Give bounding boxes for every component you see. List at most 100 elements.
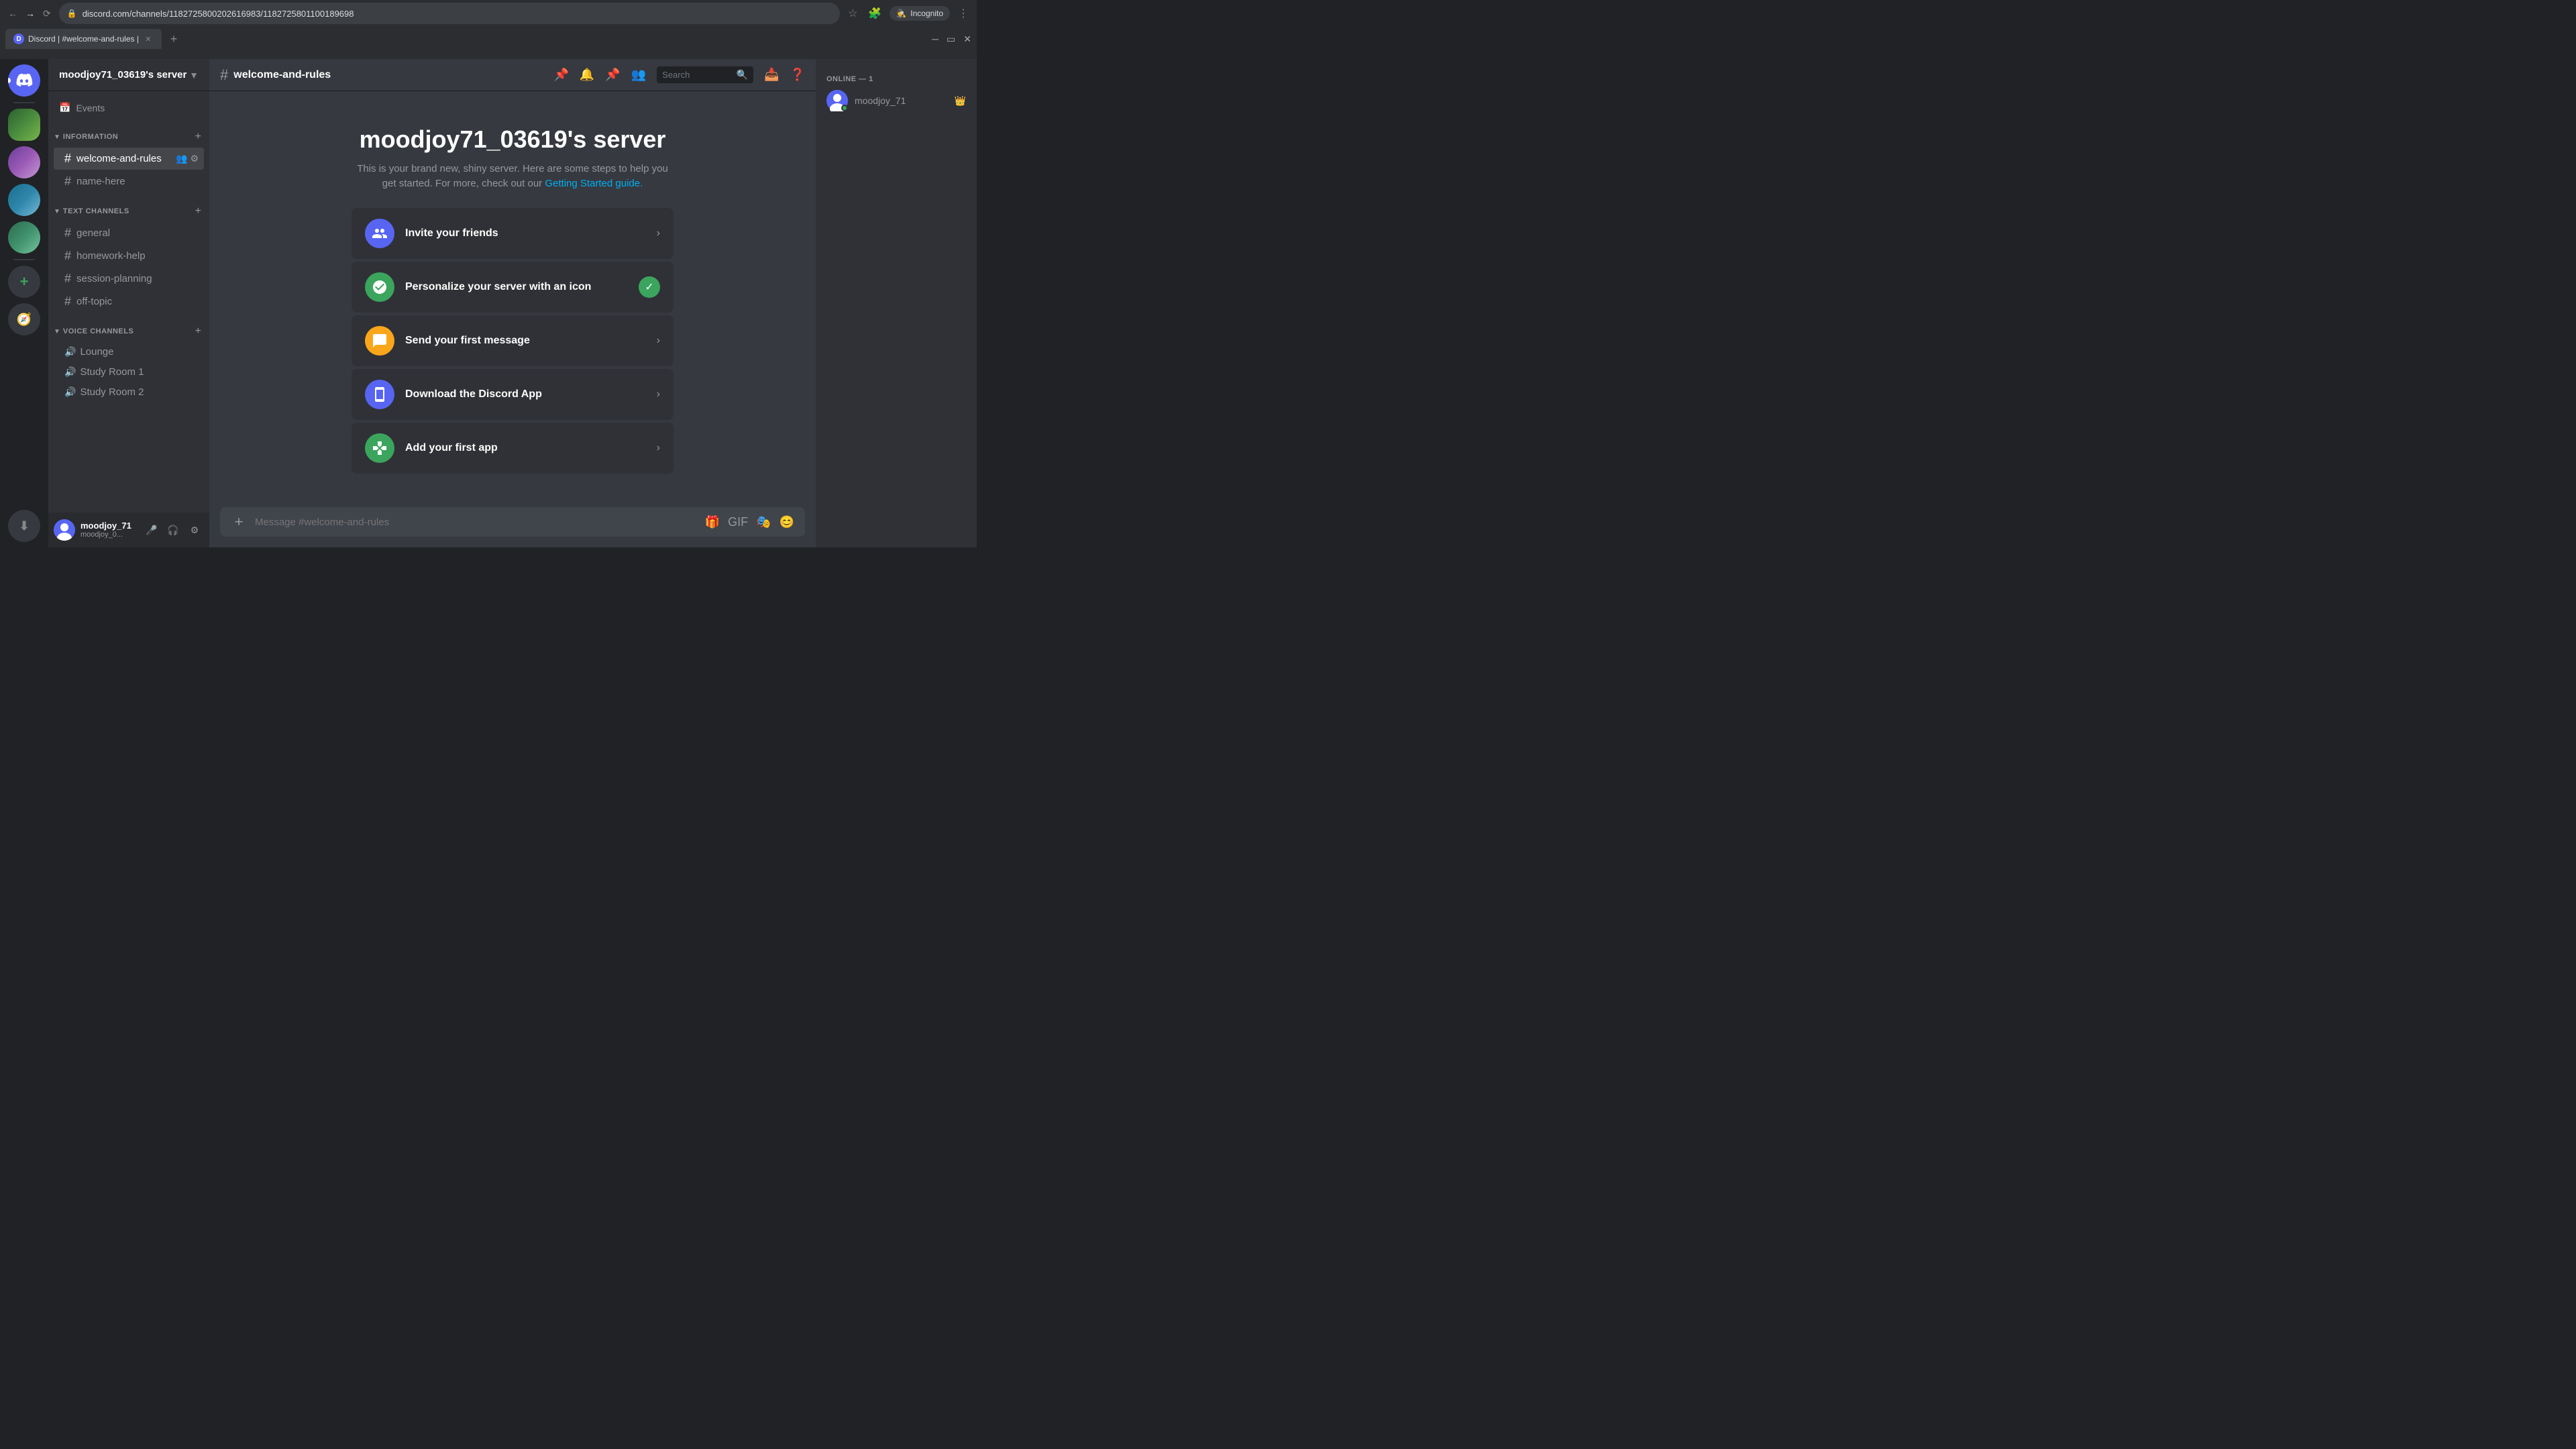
message-input[interactable] (255, 517, 697, 528)
emoji-button[interactable]: 😊 (780, 515, 794, 529)
channel-general[interactable]: # general (54, 222, 204, 244)
discord-home-button[interactable] (8, 64, 40, 97)
getting-started-link[interactable]: Getting Started guide. (545, 178, 643, 189)
inbox-button[interactable]: 📥 (764, 68, 779, 82)
incognito-icon: 🕵 (896, 9, 906, 18)
deafen-button[interactable]: 🎧 (164, 521, 182, 539)
voice-channel-name: Lounge (80, 346, 113, 358)
voice-channels-category-label: VOICE CHANNELS (63, 327, 190, 335)
server-icon-4[interactable] (8, 221, 40, 254)
task-chevron-icon: › (657, 442, 660, 454)
channel-name: session-planning (76, 273, 152, 284)
server-icon-1[interactable] (8, 109, 40, 141)
channel-welcome-and-rules[interactable]: # welcome-and-rules 👥 ⚙ (54, 148, 204, 170)
active-tab[interactable]: D Discord | #welcome-and-rules | ✕ (5, 29, 162, 49)
task-message-label: Send your first message (405, 335, 646, 347)
speaker-icon: 🔊 (64, 346, 76, 358)
forward-button[interactable]: → (23, 5, 38, 21)
channel-lounge[interactable]: 🔊 Lounge (54, 342, 204, 362)
category-text-channels[interactable]: ▼ TEXT CHANNELS + (48, 193, 209, 221)
task-app-icon (365, 433, 394, 463)
task-invite-icon (365, 219, 394, 248)
channel-name: welcome-and-rules (76, 153, 162, 164)
notifications-button[interactable]: 🔔 (580, 68, 594, 82)
maximize-button[interactable]: ▭ (947, 34, 955, 45)
server-sidebar: + 🧭 ⬇ (0, 59, 48, 547)
threads-button[interactable]: 📌 (553, 68, 568, 82)
channel-off-topic[interactable]: # off-topic (54, 290, 204, 313)
task-first-message[interactable]: Send your first message › (352, 315, 674, 366)
channel-session-planning[interactable]: # session-planning (54, 268, 204, 290)
search-icon: 🔍 (737, 69, 748, 80)
member-item[interactable]: moodjoy_71 👑 (821, 86, 971, 115)
user-avatar (54, 519, 75, 541)
events-item[interactable]: 📅 Events (48, 97, 209, 119)
back-button[interactable]: ← (5, 5, 20, 21)
mute-button[interactable]: 🎤 (142, 521, 161, 539)
members-button[interactable]: 👥 (631, 68, 646, 82)
refresh-button[interactable]: ⟳ (40, 5, 54, 22)
tab-bar: D Discord | #welcome-and-rules | ✕ + ─ ▭… (0, 27, 977, 51)
member-avatar (826, 90, 848, 111)
app-layout: + 🧭 ⬇ moodjoy71_03619's server ▼ 📅 Event… (0, 59, 977, 547)
category-voice-channels[interactable]: ▼ VOICE CHANNELS + (48, 313, 209, 341)
category-information[interactable]: ▼ INFORMATION + (48, 119, 209, 147)
gift-button[interactable]: 🎁 (705, 515, 720, 529)
address-bar[interactable]: 🔒 discord.com/channels/11827258002026169… (59, 3, 840, 24)
welcome-content: moodjoy71_03619's server This is your br… (209, 91, 816, 507)
member-status-dot (841, 105, 848, 111)
channel-name-here[interactable]: # name-here (54, 170, 204, 193)
channel-homework-help[interactable]: # homework-help (54, 245, 204, 267)
text-channels-add-button[interactable]: + (193, 204, 204, 219)
information-category-label: INFORMATION (63, 133, 190, 141)
channel-header-name: welcome-and-rules (233, 69, 331, 81)
sticker-button[interactable]: 🎭 (756, 515, 771, 529)
task-first-app[interactable]: Add your first app › (352, 423, 674, 474)
search-bar[interactable]: Search 🔍 (657, 66, 753, 83)
channel-name: homework-help (76, 250, 146, 262)
task-invite-friends[interactable]: Invite your friends › (352, 208, 674, 259)
channel-list: 📅 Events ▼ INFORMATION + # welcome-and-r… (48, 91, 209, 513)
task-download-label: Download the Discord App (405, 388, 646, 400)
download-apps-button[interactable]: ⬇ (8, 510, 40, 542)
channel-name: name-here (76, 176, 125, 187)
add-attachment-button[interactable]: + (231, 514, 247, 530)
information-add-channel-button[interactable]: + (193, 129, 204, 144)
user-settings-button[interactable]: ⚙ (185, 521, 204, 539)
menu-button[interactable]: ⋮ (955, 4, 971, 23)
events-label: Events (76, 103, 105, 113)
bookmark-button[interactable]: ☆ (845, 4, 860, 23)
information-chevron-icon: ▼ (54, 133, 60, 141)
help-button[interactable]: ❓ (790, 68, 805, 82)
settings-icon[interactable]: ⚙ (190, 153, 199, 164)
task-download-icon (365, 380, 394, 409)
task-personalize[interactable]: Personalize your server with an icon ✓ (352, 262, 674, 313)
tab-favicon: D (13, 34, 24, 44)
server-header[interactable]: moodjoy71_03619's server ▼ (48, 59, 209, 91)
task-invite-label: Invite your friends (405, 227, 646, 239)
server-icon-2[interactable] (8, 146, 40, 178)
main-content: # welcome-and-rules 📌 🔔 📌 👥 Search 🔍 📥 ❓… (209, 59, 816, 547)
new-tab-button[interactable]: + (164, 30, 183, 48)
task-personalize-icon (365, 272, 394, 302)
pinned-button[interactable]: 📌 (605, 68, 620, 82)
input-actions: 🎁 GIF 🎭 😊 (705, 515, 794, 529)
channel-name: off-topic (76, 296, 112, 307)
server-icon-3[interactable] (8, 184, 40, 216)
events-icon: 📅 (59, 102, 70, 113)
channel-study-room-2[interactable]: 🔊 Study Room 2 (54, 382, 204, 402)
minimize-button[interactable]: ─ (932, 34, 938, 44)
task-cards: Invite your friends › Personalize your s… (352, 208, 674, 474)
crown-icon: 👑 (955, 95, 966, 107)
gif-button[interactable]: GIF (728, 515, 748, 529)
task-download-app[interactable]: Download the Discord App › (352, 369, 674, 420)
channel-study-room-1[interactable]: 🔊 Study Room 1 (54, 362, 204, 382)
add-member-icon[interactable]: 👥 (176, 153, 187, 164)
browser-chrome: ← → ⟳ 🔒 discord.com/channels/11827258002… (0, 0, 977, 59)
discover-servers-button[interactable]: 🧭 (8, 303, 40, 335)
add-server-button[interactable]: + (8, 266, 40, 298)
close-button[interactable]: ✕ (963, 34, 971, 45)
voice-channels-add-button[interactable]: + (193, 324, 204, 339)
extension-button[interactable]: 🧩 (865, 4, 884, 23)
tab-close-button[interactable]: ✕ (143, 34, 154, 44)
